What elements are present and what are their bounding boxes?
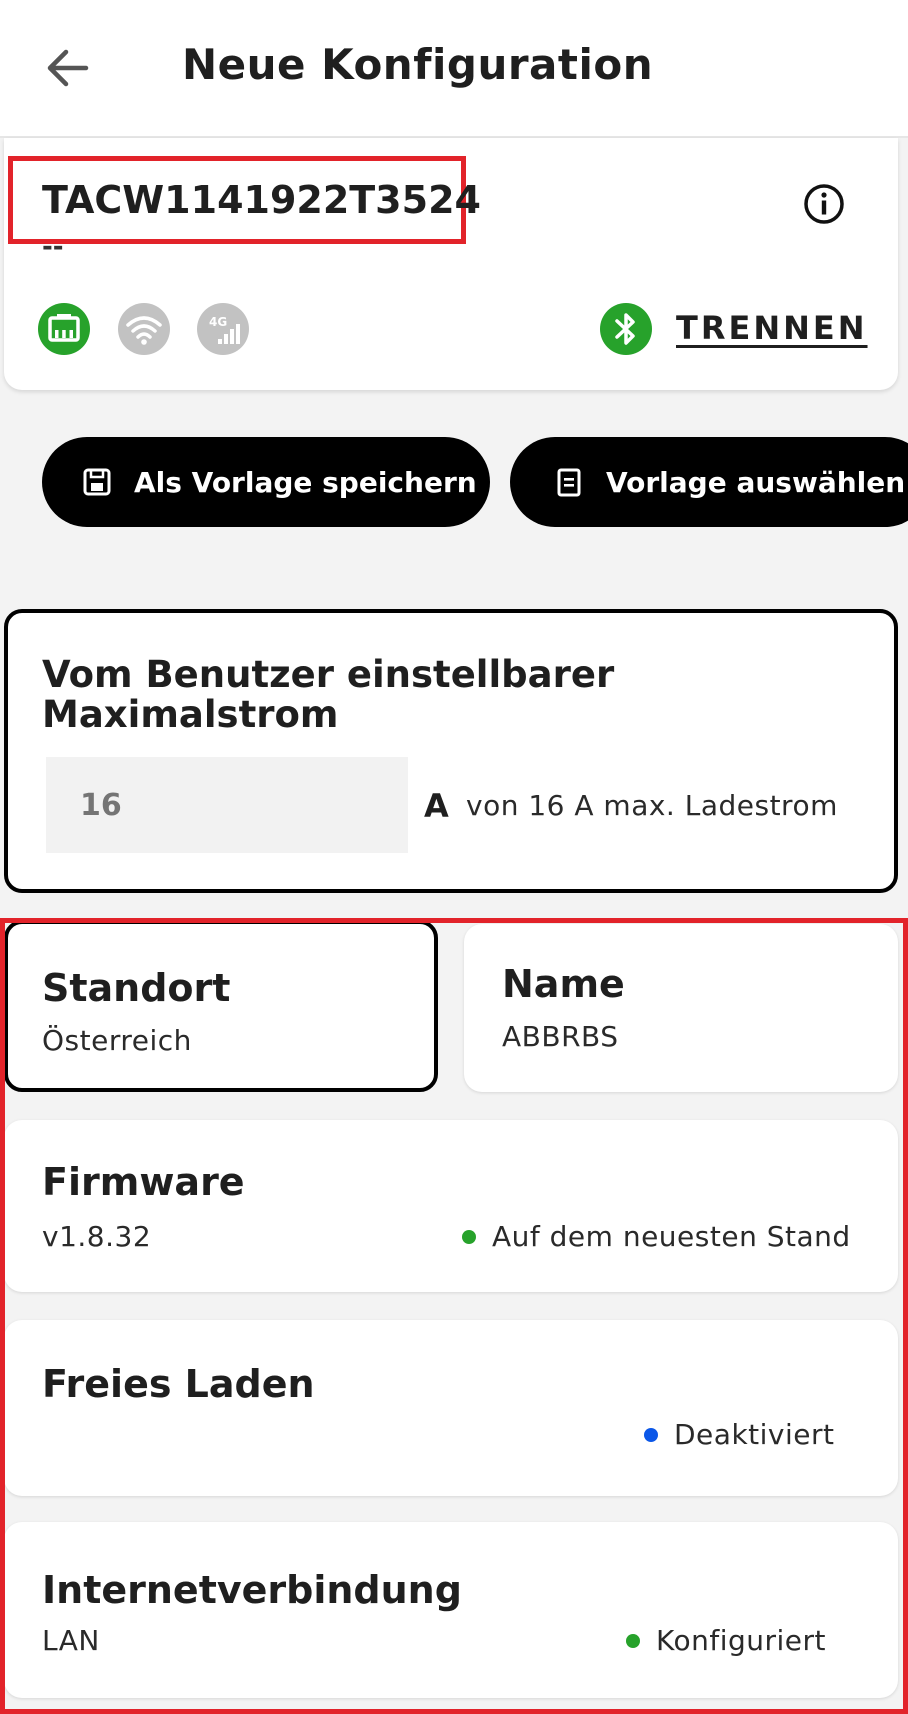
internet-status: Konfiguriert xyxy=(656,1624,827,1657)
current-unit: A xyxy=(424,787,449,825)
ethernet-icon xyxy=(38,303,90,355)
location-title: Standort xyxy=(42,966,231,1010)
free-charging-title: Freies Laden xyxy=(42,1362,315,1406)
free-charging-card[interactable]: Freies Laden Deaktiviert xyxy=(4,1320,898,1496)
save-template-button[interactable]: Als Vorlage speichern xyxy=(42,437,490,527)
max-current-title: Vom Benutzer einstellbarer Maximalstrom xyxy=(42,653,615,736)
firmware-version: v1.8.32 xyxy=(42,1220,152,1253)
firmware-status-dot xyxy=(462,1230,476,1244)
internet-title: Internetverbindung xyxy=(42,1568,462,1612)
select-template-button[interactable]: Vorlage auswählen xyxy=(510,437,908,527)
device-subtitle: -- xyxy=(42,232,64,262)
info-icon[interactable] xyxy=(802,182,846,226)
select-template-label: Vorlage auswählen xyxy=(606,465,906,499)
name-card[interactable]: Name ABBRBS xyxy=(464,924,898,1092)
firmware-title: Firmware xyxy=(42,1160,245,1204)
4g-icon: 4G xyxy=(197,303,249,355)
internet-value: LAN xyxy=(42,1624,100,1657)
internet-card[interactable]: Internetverbindung LAN Konfiguriert xyxy=(4,1522,898,1698)
name-value: ABBRBS xyxy=(502,1020,619,1053)
max-current-input[interactable] xyxy=(46,757,408,853)
free-charging-status: Deaktiviert xyxy=(674,1418,835,1451)
save-template-label: Als Vorlage speichern xyxy=(134,465,477,499)
firmware-status: Auf dem neuesten Stand xyxy=(492,1220,851,1253)
location-card[interactable]: Standort Österreich xyxy=(4,920,438,1092)
wifi-icon xyxy=(118,303,170,355)
free-charging-status-dot xyxy=(644,1428,658,1442)
disconnect-link[interactable]: TRENNEN xyxy=(676,309,868,347)
name-title: Name xyxy=(502,962,625,1006)
max-current-hint: von 16 A max. Ladestrom xyxy=(466,789,838,822)
max-current-card: Vom Benutzer einstellbarer Maximalstrom … xyxy=(4,609,898,893)
location-value: Österreich xyxy=(42,1024,192,1057)
internet-status-dot xyxy=(626,1634,640,1648)
firmware-card[interactable]: Firmware v1.8.32 Auf dem neuesten Stand xyxy=(4,1120,898,1292)
svg-text:4G: 4G xyxy=(209,315,227,329)
back-arrow-icon[interactable] xyxy=(42,40,98,96)
device-id: TACW1141922T3524 xyxy=(42,178,481,222)
bluetooth-icon xyxy=(600,303,652,355)
document-icon xyxy=(557,468,581,497)
page-title: Neue Konfiguration xyxy=(182,40,654,89)
save-icon xyxy=(83,468,111,496)
